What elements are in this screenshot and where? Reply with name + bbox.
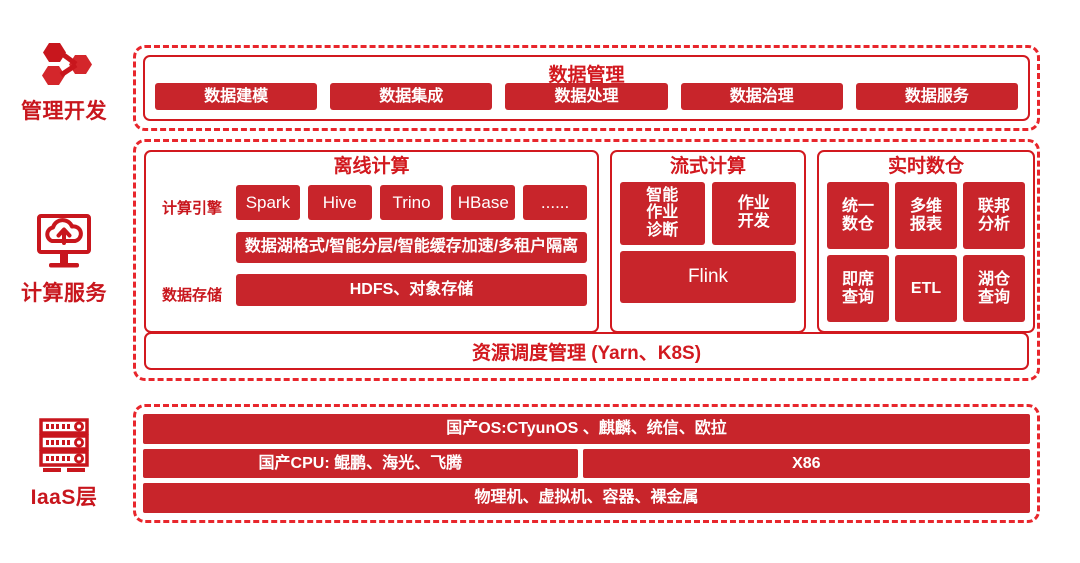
rail-item-manage: 管理开发 [0,30,128,134]
offline-compute-title: 离线计算 [333,156,410,177]
rtdw-lakehouse-query[interactable]: 湖仓 查询 [963,255,1025,322]
engine-trino[interactable]: Trino [379,184,444,220]
management-panel: 数据管理 数据建模 数据集成 数据处理 数据治理 数据服务 [143,55,1030,121]
rail-label-iaas: IaaS层 [30,486,98,509]
engine-hbase[interactable]: HBase [451,184,516,220]
architecture-diagram: 管理开发 计算服务 IaaS层 数据管理 数据建模 数据集成 数据处理 数据治理… [0,0,1080,563]
iaas-os-row: 国产OS:CTyunOS 、麒麟、统信、欧拉 [143,414,1030,444]
cloud-monitor-icon [33,213,95,271]
rail-label-manage: 管理开发 [21,100,107,123]
engine-chips: Spark Hive Trino HBase ...... [236,184,587,220]
rail-item-compute: 计算服务 [0,196,128,324]
streaming-engine-flink[interactable]: Flink [620,250,796,303]
realtime-dw-title: 实时数仓 [887,156,964,177]
streaming-compute-title: 流式计算 [669,156,746,177]
rtdw-federated-analysis[interactable]: 联邦 分析 [963,182,1025,249]
streaming-job-development[interactable]: 作业 开发 [711,181,796,245]
compute-body: 离线计算 计算引擎 Spark Hive Trino HBase ...... … [144,150,1035,370]
engine-spark[interactable]: Spark [236,184,300,220]
rtdw-adhoc-query[interactable]: 即席 查询 [827,255,889,322]
engine-row-label: 计算引擎 [161,199,222,217]
iaas-infra-row: 物理机、虚拟机、容器、裸金属 [143,483,1030,514]
engine-hive[interactable]: Hive [307,184,372,220]
node-graph-icon [33,39,95,89]
management-item-modeling[interactable]: 数据建模 [155,83,318,110]
storage-bar[interactable]: HDFS、对象存储 [236,273,587,306]
iaas-x86-cpu[interactable]: X86 [582,448,1030,479]
data-lake-feature-bar[interactable]: 数据湖格式/智能分层/智能缓存加速/多租户隔离 [236,231,587,263]
rtdw-multidim-report[interactable]: 多维 报表 [895,182,957,249]
section-management: 数据管理 数据建模 数据集成 数据处理 数据治理 数据服务 [133,45,1040,131]
server-rack-icon [33,417,95,475]
streaming-compute-panel: 流式计算 智能 作业 诊断 作业 开发 Flink [610,150,806,333]
section-compute: 离线计算 计算引擎 Spark Hive Trino HBase ...... … [133,139,1040,381]
rail-label-compute: 计算服务 [21,282,107,305]
rail-item-iaas: IaaS层 [0,404,128,524]
engine-more[interactable]: ...... [523,184,587,220]
streaming-top-row: 智能 作业 诊断 作业 开发 [620,181,796,245]
iaas-body: 国产OS:CTyunOS 、麒麟、统信、欧拉 国产CPU: 鲲鹏、海光、飞腾 X… [143,414,1030,514]
management-item-integration[interactable]: 数据集成 [330,83,493,110]
streaming-job-diagnosis[interactable]: 智能 作业 诊断 [620,181,705,245]
offline-compute-panel: 离线计算 计算引擎 Spark Hive Trino HBase ...... … [144,150,599,333]
storage-row-label: 数据存储 [161,286,222,304]
management-items: 数据建模 数据集成 数据处理 数据治理 数据服务 [155,83,1019,110]
offline-compute-body: 计算引擎 Spark Hive Trino HBase ...... 数据湖格式… [146,180,597,326]
management-item-governance[interactable]: 数据治理 [680,83,843,110]
iaas-domestic-cpu[interactable]: 国产CPU: 鲲鹏、海光、飞腾 [143,448,578,479]
rtdw-unified-warehouse[interactable]: 统一 数仓 [827,182,889,249]
streaming-compute-body: 智能 作业 诊断 作业 开发 Flink [612,180,804,326]
iaas-infrastructure[interactable]: 物理机、虚拟机、容器、裸金属 [143,483,1030,514]
management-item-service[interactable]: 数据服务 [855,83,1019,110]
rtdw-etl[interactable]: ETL [895,255,957,322]
management-item-processing[interactable]: 数据处理 [505,83,668,110]
iaas-domestic-os[interactable]: 国产OS:CTyunOS 、麒麟、统信、欧拉 [143,414,1030,444]
realtime-dw-grid: 统一 数仓 多维 报表 联邦 分析 即席 查询 ETL 湖仓 查询 [827,182,1025,322]
realtime-dw-panel: 实时数仓 统一 数仓 多维 报表 联邦 分析 即席 查询 ETL 湖仓 查询 [817,150,1035,333]
iaas-cpu-row: 国产CPU: 鲲鹏、海光、飞腾 X86 [143,448,1030,479]
resource-scheduling-bar[interactable]: 资源调度管理 (Yarn、K8S) [144,332,1029,370]
section-iaas: 国产OS:CTyunOS 、麒麟、统信、欧拉 国产CPU: 鲲鹏、海光、飞腾 X… [133,404,1040,523]
